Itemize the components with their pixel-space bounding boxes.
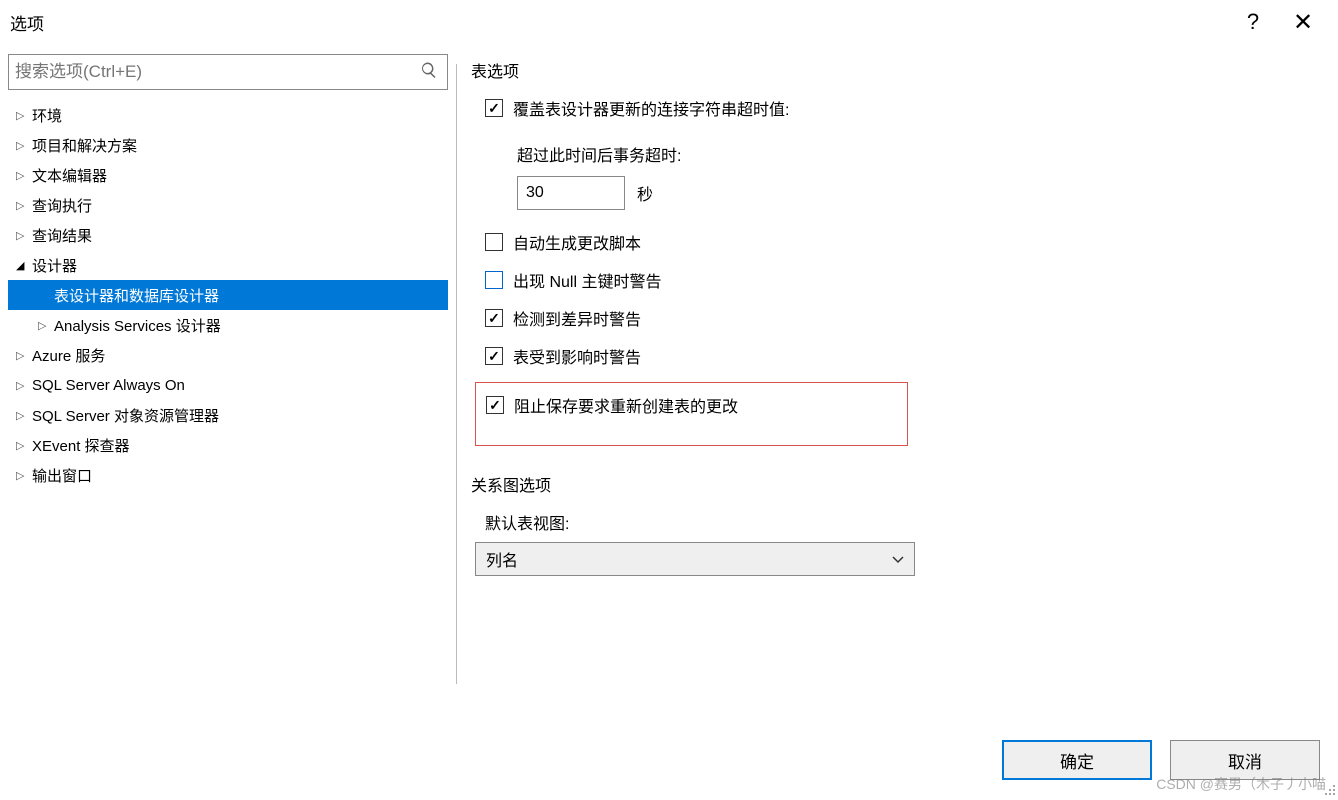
tree-item-label: 文本编辑器 bbox=[32, 165, 107, 186]
arrow-right-icon[interactable]: ▷ bbox=[16, 469, 30, 482]
tree-item-label: SQL Server 对象资源管理器 bbox=[32, 405, 219, 426]
override-timeout-label: 覆盖表设计器更新的连接字符串超时值 bbox=[513, 96, 789, 120]
arrow-down-icon[interactable]: ◢ bbox=[16, 259, 30, 272]
affected-warning-label: 表受到影响时警告 bbox=[513, 344, 641, 368]
tree-item-label: 表设计器和数据库设计器 bbox=[54, 285, 219, 306]
tree-item-0[interactable]: ▷环境 bbox=[8, 100, 448, 130]
chevron-down-icon bbox=[892, 551, 904, 568]
timeout-block: 超过此时间后事务超时: 秒 bbox=[517, 142, 1328, 210]
arrow-right-icon[interactable]: ▷ bbox=[16, 109, 30, 122]
tree-item-7[interactable]: ▷Analysis Services 设计器 bbox=[8, 310, 448, 340]
tree-item-label: 设计器 bbox=[32, 255, 77, 276]
prevent-save-label: 阻止保存要求重新创建表的更改 bbox=[514, 393, 738, 417]
tree-item-label: 项目和解决方案 bbox=[32, 135, 137, 156]
help-icon[interactable]: ? bbox=[1228, 9, 1278, 35]
arrow-right-icon[interactable]: ▷ bbox=[16, 349, 30, 362]
dialog-footer: 确定 取消 bbox=[1002, 740, 1320, 780]
default-view-dropdown[interactable]: 列名 bbox=[475, 542, 915, 576]
tree-item-label: XEvent 探查器 bbox=[32, 435, 130, 456]
diff-warning-checkbox[interactable] bbox=[485, 309, 503, 327]
arrow-right-icon[interactable]: ▷ bbox=[16, 229, 30, 242]
auto-generate-label: 自动生成更改脚本 bbox=[513, 230, 641, 254]
timeout-unit: 秒 bbox=[637, 181, 653, 205]
tree-item-9[interactable]: ▷SQL Server Always On bbox=[8, 370, 448, 400]
cancel-button[interactable]: 取消 bbox=[1170, 740, 1320, 780]
tree-item-label: 环境 bbox=[32, 105, 62, 126]
auto-generate-row[interactable]: 自动生成更改脚本 bbox=[485, 230, 1328, 254]
diagram-options-title: 关系图选项 bbox=[471, 472, 1328, 496]
prevent-save-checkbox[interactable] bbox=[486, 396, 504, 414]
tree-item-6[interactable]: 表设计器和数据库设计器 bbox=[8, 280, 448, 310]
tree-item-4[interactable]: ▷查询结果 bbox=[8, 220, 448, 250]
default-view-label: 默认表视图: bbox=[485, 510, 1328, 534]
tree-item-3[interactable]: ▷查询执行 bbox=[8, 190, 448, 220]
tree-item-label: 查询执行 bbox=[32, 195, 92, 216]
tree-item-2[interactable]: ▷文本编辑器 bbox=[8, 160, 448, 190]
titlebar: 选项 ? ✕ bbox=[0, 0, 1338, 44]
diff-warning-row[interactable]: 检测到差异时警告 bbox=[485, 306, 1328, 330]
table-options-title: 表选项 bbox=[471, 58, 1328, 82]
ok-button[interactable]: 确定 bbox=[1002, 740, 1152, 780]
main-area: ▷环境▷项目和解决方案▷文本编辑器▷查询执行▷查询结果◢设计器表设计器和数据库设… bbox=[0, 44, 1338, 704]
dropdown-selected: 列名 bbox=[486, 547, 518, 571]
right-panel: 表选项 覆盖表设计器更新的连接字符串超时值 超过此时间后事务超时: 秒 自动生成… bbox=[465, 54, 1338, 704]
tree-item-label: 输出窗口 bbox=[32, 465, 92, 486]
arrow-right-icon[interactable]: ▷ bbox=[38, 319, 52, 332]
arrow-right-icon[interactable]: ▷ bbox=[16, 439, 30, 452]
tree-item-8[interactable]: ▷Azure 服务 bbox=[8, 340, 448, 370]
tree-item-5[interactable]: ◢设计器 bbox=[8, 250, 448, 280]
left-panel: ▷环境▷项目和解决方案▷文本编辑器▷查询执行▷查询结果◢设计器表设计器和数据库设… bbox=[8, 54, 448, 704]
search-input[interactable] bbox=[15, 62, 417, 82]
auto-generate-checkbox[interactable] bbox=[485, 233, 503, 251]
prevent-save-row[interactable]: 阻止保存要求重新创建表的更改 bbox=[486, 393, 897, 417]
null-warning-label: 出现 Null 主键时警告 bbox=[513, 268, 661, 292]
close-icon[interactable]: ✕ bbox=[1278, 8, 1328, 37]
tree-item-label: Azure 服务 bbox=[32, 345, 105, 366]
arrow-right-icon[interactable]: ▷ bbox=[16, 199, 30, 212]
null-warning-row[interactable]: 出现 Null 主键时警告 bbox=[485, 268, 1328, 292]
options-tree[interactable]: ▷环境▷项目和解决方案▷文本编辑器▷查询执行▷查询结果◢设计器表设计器和数据库设… bbox=[8, 96, 448, 704]
timeout-label: 超过此时间后事务超时: bbox=[517, 142, 1328, 166]
affected-warning-row[interactable]: 表受到影响时警告 bbox=[485, 344, 1328, 368]
tree-item-12[interactable]: ▷输出窗口 bbox=[8, 460, 448, 490]
search-icon[interactable] bbox=[417, 61, 441, 83]
diff-warning-label: 检测到差异时警告 bbox=[513, 306, 641, 330]
tree-item-label: SQL Server Always On bbox=[32, 377, 185, 394]
tree-item-label: 查询结果 bbox=[32, 225, 92, 246]
dialog-title: 选项 bbox=[10, 10, 1228, 35]
null-warning-checkbox[interactable] bbox=[485, 271, 503, 289]
panel-divider bbox=[456, 64, 457, 684]
prevent-save-highlight: 阻止保存要求重新创建表的更改 bbox=[475, 382, 908, 446]
tree-item-11[interactable]: ▷XEvent 探查器 bbox=[8, 430, 448, 460]
override-timeout-checkbox[interactable] bbox=[485, 99, 503, 117]
override-timeout-row[interactable]: 覆盖表设计器更新的连接字符串超时值 bbox=[485, 96, 1328, 120]
arrow-right-icon[interactable]: ▷ bbox=[16, 409, 30, 422]
resize-grip-icon[interactable] bbox=[1322, 782, 1336, 796]
arrow-right-icon[interactable]: ▷ bbox=[16, 379, 30, 392]
tree-item-10[interactable]: ▷SQL Server 对象资源管理器 bbox=[8, 400, 448, 430]
affected-warning-checkbox[interactable] bbox=[485, 347, 503, 365]
search-box[interactable] bbox=[8, 54, 448, 90]
tree-item-label: Analysis Services 设计器 bbox=[54, 315, 221, 336]
timeout-input[interactable] bbox=[517, 176, 625, 210]
arrow-right-icon[interactable]: ▷ bbox=[16, 139, 30, 152]
arrow-right-icon[interactable]: ▷ bbox=[16, 169, 30, 182]
tree-item-1[interactable]: ▷项目和解决方案 bbox=[8, 130, 448, 160]
